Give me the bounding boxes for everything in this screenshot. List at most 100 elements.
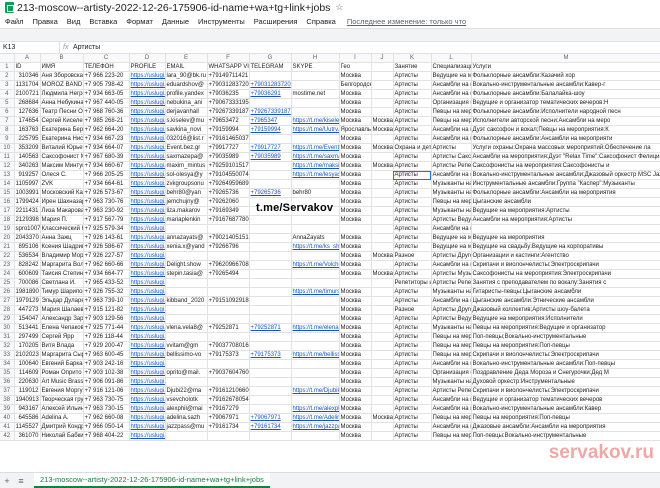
cell[interactable]: derjavanhall: [165, 107, 208, 117]
cell[interactable]: Творческая гру: [40, 395, 84, 405]
column-header[interactable]: H: [291, 54, 340, 63]
cell[interactable]: Услуги охраны:Охрана массовых мероприяти…: [471, 143, 660, 153]
cell[interactable]: +7 965 433-52: [83, 278, 130, 288]
cell[interactable]: [291, 179, 340, 189]
cell[interactable]: Артисты: [393, 332, 432, 342]
row-number[interactable]: 35: [0, 368, 15, 378]
cell[interactable]: Артисты Другое: [431, 305, 472, 315]
cell[interactable]: +79169349: [207, 206, 250, 216]
cell[interactable]: [165, 359, 208, 369]
cell[interactable]: https://uslugi.yan: [129, 296, 166, 306]
cell[interactable]: 297499: [14, 332, 41, 342]
cell[interactable]: Артисты Другое: [431, 251, 472, 261]
cell[interactable]: Москва: [339, 359, 372, 369]
row-number[interactable]: 20: [0, 233, 15, 243]
cell[interactable]: +7 934 664-77: [83, 269, 130, 279]
cell[interactable]: Москва: [339, 161, 372, 171]
cell[interactable]: [371, 260, 394, 270]
cell[interactable]: +79067971: [249, 413, 292, 423]
cell[interactable]: [371, 170, 394, 180]
cell[interactable]: 100640: [14, 359, 41, 369]
cell[interactable]: Маргарита Сырм: [40, 350, 84, 360]
cell[interactable]: https://uslugi.yan: [129, 323, 166, 333]
cell[interactable]: Певцы на меро: [431, 332, 472, 342]
cell[interactable]: https://uslugi.yan: [129, 89, 166, 99]
cell[interactable]: Ведущие на мер: [431, 242, 472, 252]
cell[interactable]: Ансамбли на ме: [431, 170, 472, 180]
cell[interactable]: Артисты: [393, 386, 432, 396]
cell[interactable]: +7 968 760-36: [83, 107, 130, 117]
cell[interactable]: ZVK: [40, 179, 84, 189]
cell[interactable]: Москва: [339, 332, 372, 342]
header-cell[interactable]: ID: [14, 62, 41, 72]
cell[interactable]: +7 934 660-67: [83, 161, 130, 171]
cell[interactable]: [249, 368, 292, 378]
cell[interactable]: maxim_mintus: [165, 161, 208, 171]
cell[interactable]: Фольклорные ансамбли:Балалайка-шоу: [471, 89, 660, 99]
sheet-tab[interactable]: 213-moscow--artisty-2022-12-26-175906-id…: [34, 473, 270, 488]
cell[interactable]: +7 926 143-61: [83, 233, 130, 243]
cell[interactable]: 2100721: [14, 89, 41, 99]
cell[interactable]: [371, 89, 394, 99]
cell[interactable]: 220630: [14, 377, 41, 387]
cell[interactable]: Саксофонист Ми: [40, 152, 84, 162]
cell[interactable]: Ансамбли на мероприятия:Артисты: [471, 215, 660, 225]
cell[interactable]: [291, 278, 340, 288]
cell[interactable]: https://uslugi.yan: [129, 161, 166, 171]
cell[interactable]: [207, 332, 250, 342]
cell[interactable]: Певцы на меро: [431, 431, 472, 441]
menu-item[interactable]: Формат: [126, 17, 153, 26]
cell[interactable]: Артисты: [393, 314, 432, 324]
cell[interactable]: https://uslugi.yan: [129, 215, 166, 225]
cell[interactable]: [291, 359, 340, 369]
cell[interactable]: 2043370: [14, 233, 41, 243]
menu-item[interactable]: Файл: [5, 17, 23, 26]
cell[interactable]: Певцы на меро: [431, 116, 472, 126]
cell[interactable]: +7 963 730-76: [83, 197, 130, 207]
cell[interactable]: Дмитрий Кондр: [40, 422, 84, 432]
cell[interactable]: Алексей Ильин: [40, 404, 84, 414]
cell[interactable]: Ансамбли на ме: [431, 89, 472, 99]
column-header[interactable]: F: [207, 54, 250, 63]
cell[interactable]: Артисты: [393, 161, 432, 171]
cell[interactable]: adelina.sazh: [165, 413, 208, 423]
cell[interactable]: Скрипачи и виолончелисты:Электроскрипачи: [471, 350, 660, 360]
cell[interactable]: [291, 134, 340, 144]
cell[interactable]: https://uslugi.yan: [129, 179, 166, 189]
cell[interactable]: Ансамбли на ме: [431, 260, 472, 270]
cell[interactable]: Москва: [339, 188, 372, 198]
cell[interactable]: Москва: [339, 170, 372, 180]
cell[interactable]: [249, 260, 292, 270]
cell[interactable]: [249, 332, 292, 342]
cell[interactable]: Музыканты на м: [431, 206, 472, 216]
cell[interactable]: Артисты: [393, 323, 432, 333]
cell[interactable]: +79151092918: [207, 296, 250, 306]
name-box[interactable]: K13: [0, 42, 60, 53]
cell[interactable]: Сергей Киселев: [40, 116, 84, 126]
cell[interactable]: Ведущие и организатор тематических вечер…: [471, 395, 660, 405]
cell[interactable]: +7 903 129-56: [83, 314, 130, 324]
cell[interactable]: sol-olesya@y: [165, 170, 208, 180]
cell[interactable]: Москва: [339, 260, 372, 270]
cell[interactable]: +7 903 242-16: [83, 359, 130, 369]
cell[interactable]: [371, 287, 394, 297]
row-number[interactable]: 11: [0, 152, 15, 162]
cell[interactable]: Москва: [339, 296, 372, 306]
cell[interactable]: +7 934 664-07: [83, 143, 130, 153]
cell[interactable]: Репетиторы и д: [393, 278, 432, 288]
cell[interactable]: [291, 332, 340, 342]
cell[interactable]: +7 967 440-05: [83, 98, 130, 108]
cell[interactable]: https://uslugi.yan: [129, 422, 166, 432]
cell[interactable]: [249, 215, 292, 225]
cell[interactable]: https://uslugi.yan: [129, 80, 166, 90]
cell[interactable]: https://t.me/bellissimomusic: [291, 350, 340, 360]
cell[interactable]: 140563: [14, 152, 41, 162]
cell[interactable]: [371, 368, 394, 378]
cell[interactable]: Сергей Ярр: [40, 332, 84, 342]
cell[interactable]: https://uslugi.yan: [129, 404, 166, 414]
column-header[interactable]: M: [471, 54, 660, 63]
cell[interactable]: Ксения Шадрин: [40, 242, 84, 252]
cell[interactable]: [291, 251, 340, 261]
cell[interactable]: Ведущие на мероприятия: [471, 233, 660, 243]
cell[interactable]: Вокально-инструментальные ансамбли:Кавер: [471, 404, 660, 414]
